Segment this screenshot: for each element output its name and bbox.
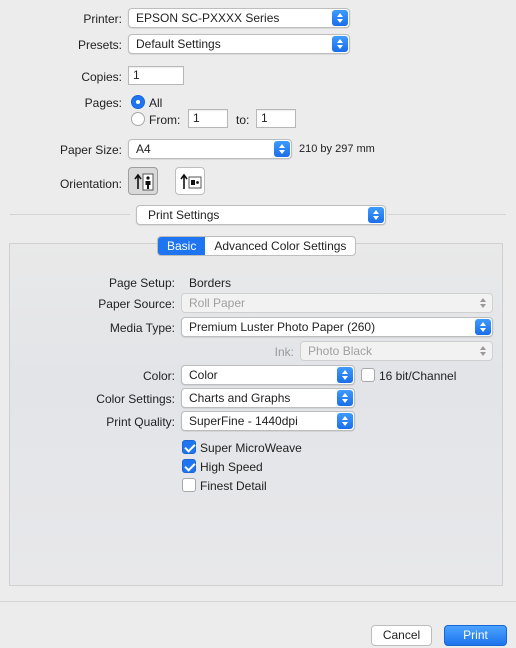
- popup-arrows-icon: [475, 295, 491, 311]
- separator-left: [10, 214, 130, 215]
- popup-arrows-icon: [274, 141, 290, 157]
- printer-value: EPSON SC-PXXXX Series: [136, 11, 280, 25]
- high-speed-checkbox[interactable]: [182, 459, 196, 473]
- finest-detail-checkbox[interactable]: [182, 478, 196, 492]
- super-microweave-checkbox[interactable]: [182, 440, 196, 454]
- media-type-popup[interactable]: Premium Luster Photo Paper (260): [181, 317, 493, 337]
- popup-arrows-icon: [475, 319, 491, 335]
- paper-source-value: Roll Paper: [189, 296, 246, 310]
- pages-all-label: All: [149, 96, 163, 110]
- pages-from-label: From:: [149, 113, 181, 127]
- color-value: Color: [189, 368, 218, 382]
- ink-popup[interactable]: Photo Black: [300, 341, 493, 361]
- printer-popup[interactable]: EPSON SC-PXXXX Series: [128, 8, 350, 28]
- color-settings-label: Color Settings:: [96, 392, 175, 406]
- paper-source-popup[interactable]: Roll Paper: [181, 293, 493, 313]
- paper-size-value: A4: [136, 142, 151, 156]
- page-setup-label: Page Setup:: [108, 276, 175, 290]
- tab-basic[interactable]: Basic: [158, 237, 206, 255]
- popup-arrows-icon: [332, 10, 348, 26]
- separator-right: [388, 214, 506, 215]
- landscape-icon: [180, 173, 202, 189]
- color-label: Color:: [142, 369, 175, 383]
- print-quality-label: Print Quality:: [106, 415, 175, 429]
- finest-detail-label: Finest Detail: [200, 479, 267, 493]
- popup-arrows-icon: [337, 367, 353, 383]
- print-quality-value: SuperFine - 1440dpi: [189, 414, 298, 428]
- portrait-icon: [134, 173, 154, 191]
- presets-label: Presets:: [77, 38, 122, 52]
- super-microweave-label: Super MicroWeave: [200, 441, 302, 455]
- pages-from-radio[interactable]: [131, 112, 145, 126]
- pages-label: Pages:: [84, 96, 122, 110]
- paper-dimensions: 210 by 297 mm: [299, 143, 375, 155]
- pages-to-label: to:: [236, 113, 250, 127]
- ink-value: Photo Black: [308, 344, 373, 358]
- paper-size-popup[interactable]: A4: [128, 139, 292, 159]
- color-popup[interactable]: Color: [181, 365, 355, 385]
- section-popup[interactable]: Print Settings: [136, 205, 386, 225]
- paper-size-label: Paper Size:: [59, 143, 122, 157]
- popup-arrows-icon: [337, 390, 353, 406]
- popup-arrows-icon: [337, 413, 353, 429]
- pages-from-field[interactable]: 1: [188, 109, 228, 128]
- pages-to-field[interactable]: 1: [256, 109, 296, 128]
- bit-channel-label: 16 bit/Channel: [379, 369, 457, 383]
- section-value: Print Settings: [148, 208, 220, 222]
- page-setup-value: Borders: [189, 276, 232, 290]
- paper-source-label: Paper Source:: [98, 297, 175, 311]
- tab-advanced-color-settings[interactable]: Advanced Color Settings: [205, 237, 355, 255]
- cancel-button[interactable]: Cancel: [371, 625, 432, 646]
- footer-separator: [0, 601, 516, 602]
- orientation-portrait-button[interactable]: [128, 167, 158, 195]
- high-speed-label: High Speed: [200, 460, 263, 474]
- copies-label: Copies:: [81, 70, 122, 84]
- orientation-label: Orientation:: [59, 177, 122, 191]
- presets-popup[interactable]: Default Settings: [128, 34, 350, 54]
- bit-channel-checkbox[interactable]: [361, 368, 375, 382]
- color-settings-popup[interactable]: Charts and Graphs: [181, 388, 355, 408]
- popup-arrows-icon: [332, 36, 348, 52]
- popup-arrows-icon: [475, 343, 491, 359]
- color-settings-value: Charts and Graphs: [189, 391, 291, 405]
- media-type-label: Media Type:: [109, 321, 175, 335]
- presets-value: Default Settings: [136, 37, 221, 51]
- printer-label: Printer:: [83, 12, 122, 26]
- copies-field[interactable]: 1: [128, 66, 184, 85]
- pages-all-radio[interactable]: [131, 95, 145, 109]
- popup-arrows-icon: [368, 207, 384, 223]
- print-quality-popup[interactable]: SuperFine - 1440dpi: [181, 411, 355, 431]
- orientation-landscape-button[interactable]: [175, 167, 205, 195]
- media-type-value: Premium Luster Photo Paper (260): [189, 320, 376, 334]
- ink-label: Ink:: [274, 345, 294, 359]
- settings-tabs: Basic Advanced Color Settings: [157, 236, 357, 256]
- print-button[interactable]: Print: [444, 625, 507, 646]
